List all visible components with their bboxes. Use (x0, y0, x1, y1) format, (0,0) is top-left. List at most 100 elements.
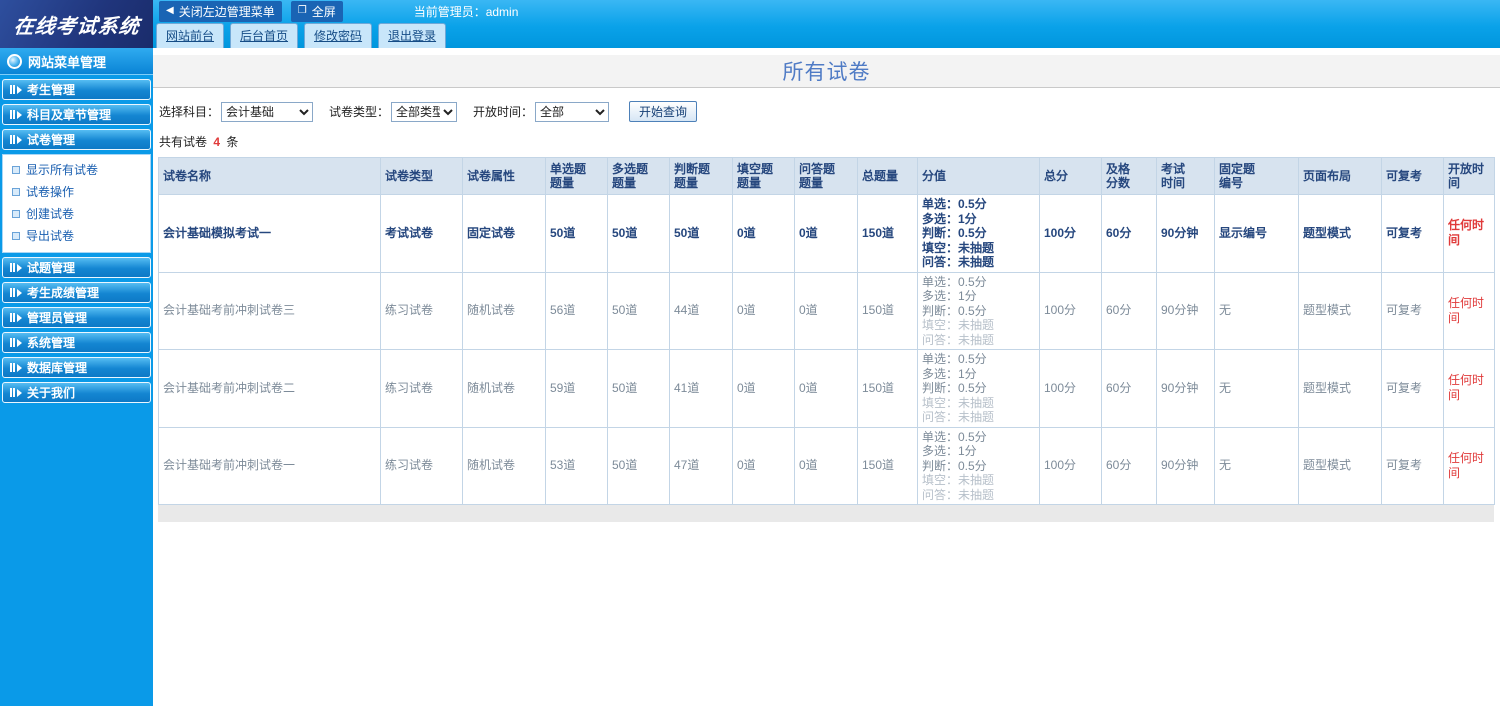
close-left-menu-button[interactable]: ◀ 关闭左边管理菜单 (159, 0, 282, 22)
summary-prefix: 共有试卷 (159, 135, 208, 149)
cell-fixed-number: 无 (1214, 271, 1299, 350)
cell-total-score: 100分 (1039, 271, 1102, 350)
table-row: 会计基础模拟考试一 考试试卷 固定试卷 50道 50道 50道 0道 0道 150道 单选：0.5… (158, 194, 1495, 273)
sidebar: 网站菜单管理 考生管理科目及章节管理 试卷管理显示所有试卷试卷操作创建试卷导出试卷… (0, 48, 153, 706)
cell-qa-count: 0道 (794, 426, 858, 505)
cell-type: 练习试卷 (380, 349, 463, 428)
col-header: 单选题 题量 (545, 157, 608, 195)
app-logo-text: 在线考试系统 (12, 15, 141, 38)
col-header: 分值 (917, 157, 1040, 195)
sidebar-item-database-management[interactable]: 数据库管理 (2, 357, 151, 378)
cell-fill-count: 0道 (732, 349, 795, 428)
cell-total-count: 150道 (857, 271, 918, 350)
sidebar-item-label: 管理员管理 (27, 311, 88, 325)
menu-arrow-icon (10, 363, 22, 372)
cell-page-layout: 题型模式 (1298, 349, 1382, 428)
cell-attr: 随机试卷 (462, 349, 546, 428)
sidebar-item-about-us[interactable]: 关于我们 (2, 382, 151, 403)
submenu-paper-management-sub: 显示所有试卷试卷操作创建试卷导出试卷 (2, 154, 151, 253)
fullscreen-button[interactable]: ❐ 全屏 (290, 0, 343, 22)
start-query-button[interactable]: 开始查询 (629, 101, 698, 122)
topbar-tabs: 网站前台 后台首页 修改密码 退出登录 (0, 22, 1500, 48)
topbar: ◀ 关闭左边管理菜单 ❐ 全屏 当前管理员：admin 网站前台 后台首页 修改密码… (0, 0, 1500, 48)
sidebar-subitem-label: 显示所有试卷 (26, 163, 99, 177)
cell-retake: 可复考 (1381, 349, 1444, 428)
col-header: 及格 分数 (1101, 157, 1157, 195)
cell-name: 会计基础考前冲刺试卷二 (158, 349, 381, 428)
cell-fill-count: 0道 (732, 426, 795, 505)
cell-score-rules: 单选：0.5分 多选：1分 判断：0.5分 填空：未抽题 问答：未抽题 (917, 194, 1040, 273)
cell-pass-score: 60分 (1101, 194, 1157, 273)
list-square-icon (12, 165, 20, 174)
cell-retake: 可复考 (1381, 426, 1444, 505)
col-header: 试卷名称 (158, 157, 381, 195)
open-time-select[interactable]: 全部 (535, 101, 610, 122)
col-header: 多选题 题量 (607, 157, 670, 195)
topbar-row-1: ◀ 关闭左边管理菜单 ❐ 全屏 当前管理员：admin (0, 0, 1500, 22)
paper-count: 4 (213, 135, 221, 149)
sidebar-item-label: 关于我们 (27, 386, 76, 400)
cell-multi-count: 50道 (607, 426, 670, 505)
tab-logout[interactable]: 退出登录 (378, 23, 447, 48)
sidebar-item-score-management[interactable]: 考生成绩管理 (2, 282, 151, 303)
sidebar-header-label: 网站菜单管理 (28, 54, 107, 70)
sidebar-subitem-create-paper[interactable]: 创建试卷 (12, 205, 146, 222)
paper-count-summary: 共有试卷 4 条 (159, 133, 1500, 150)
cell-total-count: 150道 (857, 349, 918, 428)
tab-site-front[interactable]: 网站前台 (156, 23, 225, 48)
sidebar-subitem-paper-operations[interactable]: 试卷操作 (12, 183, 146, 200)
cell-name: 会计基础模拟考试一 (158, 194, 381, 273)
cell-score-rules: 单选：0.5分 多选：1分 判断：0.5分 填空：未抽题 问答：未抽题 (917, 271, 1040, 350)
cell-single-count: 59道 (545, 349, 608, 428)
menu-arrow-icon (10, 85, 22, 94)
col-header: 开放时间 (1443, 157, 1495, 195)
cell-qa-count: 0道 (794, 271, 858, 350)
table-row: 会计基础考前冲刺试卷二 练习试卷 随机试卷 59道 50道 41道 0道 0道 150道 单选：0… (158, 349, 1495, 428)
current-admin-label: 当前管理员：admin (413, 4, 519, 19)
cell-fill-count: 0道 (732, 194, 795, 273)
sidebar-item-system-management[interactable]: 系统管理 (2, 332, 151, 353)
list-square-icon (12, 187, 20, 196)
cell-duration: 90分钟 (1156, 349, 1215, 428)
cell-attr: 固定试卷 (462, 194, 546, 273)
cell-duration: 90分钟 (1156, 426, 1215, 505)
sidebar-menu: 考生管理科目及章节管理 试卷管理显示所有试卷试卷操作创建试卷导出试卷试题管理考生成… (0, 79, 153, 403)
app-logo: 在线考试系统 (0, 0, 153, 48)
sidebar-subitem-export-paper[interactable]: 导出试卷 (12, 227, 146, 244)
cell-type: 练习试卷 (380, 271, 463, 350)
sidebar-item-subject-chapter-management[interactable]: 科目及章节管理 (2, 104, 151, 125)
sidebar-subitem-show-all-papers[interactable]: 显示所有试卷 (12, 161, 146, 178)
fullscreen-label: 全屏 (311, 4, 336, 19)
cell-retake: 可复考 (1381, 194, 1444, 273)
fullscreen-icon: ❐ (297, 5, 307, 16)
cell-fill-count: 0道 (732, 271, 795, 350)
cell-attr: 随机试卷 (462, 426, 546, 505)
cell-duration: 90分钟 (1156, 194, 1215, 273)
cell-multi-count: 50道 (607, 194, 670, 273)
cell-fixed-number: 显示编号 (1214, 194, 1299, 273)
summary-suffix: 条 (226, 135, 239, 149)
sidebar-item-label: 考生成绩管理 (27, 286, 100, 300)
col-header: 总题量 (857, 157, 918, 195)
paper-type-select[interactable]: 全部类型 (391, 101, 458, 122)
subject-select[interactable]: 会计基础 (221, 101, 314, 122)
filter-bar: 选择科目： 会计基础 试卷类型： 全部类型 开放时间： 全部 开始查询 (159, 101, 1500, 122)
papers-table: 试卷名称 试卷类型 试卷属性 单选题 题量 多选题 题量 判断题 题量 填空题 题量 问答题 … (158, 157, 1495, 505)
cell-qa-count: 0道 (794, 194, 858, 273)
tab-change-password[interactable]: 修改密码 (304, 23, 373, 48)
collapse-left-icon: ◀ (166, 5, 174, 16)
menu-arrow-icon (10, 388, 22, 397)
list-square-icon (12, 231, 20, 240)
sidebar-item-question-management[interactable]: 试题管理 (2, 257, 151, 278)
tab-admin-home[interactable]: 后台首页 (230, 23, 299, 48)
sidebar-item-admin-management[interactable]: 管理员管理 (2, 307, 151, 328)
type-filter-label: 试卷类型： (329, 105, 390, 119)
sidebar-header: 网站菜单管理 (0, 48, 153, 75)
cell-multi-count: 50道 (607, 349, 670, 428)
sidebar-item-paper-management[interactable]: 试卷管理 (2, 129, 151, 150)
sidebar-item-examinee-management[interactable]: 考生管理 (2, 79, 151, 100)
cell-judge-count: 41道 (669, 349, 733, 428)
sidebar-subitem-label: 创建试卷 (26, 207, 75, 221)
cell-type: 练习试卷 (380, 426, 463, 505)
sidebar-item-label: 考生管理 (27, 83, 76, 97)
